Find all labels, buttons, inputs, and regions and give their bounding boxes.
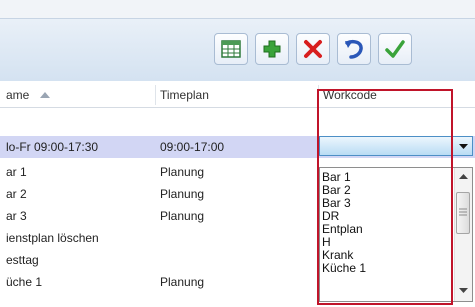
chevron-down-icon [458,143,468,149]
grip-icon [459,208,467,216]
add-button[interactable] [255,33,289,65]
row-name: ienstplan löschen [6,231,99,245]
toolbar [0,18,475,82]
data-grid: ame Timeplan Workcode lo-Fr 09:00-17:30 … [0,81,475,307]
row-name: esttag [6,253,39,267]
row-name: lo-Fr 09:00-17:30 [6,140,99,154]
row-timeplan: 09:00-17:00 [160,140,225,154]
delete-button[interactable] [296,33,330,65]
column-divider [155,85,156,105]
x-icon [304,40,322,58]
undo-icon [345,39,363,59]
row-name: ar 2 [6,187,27,201]
row-timeplan: Planung [160,275,205,289]
column-header-name[interactable]: ame [6,81,29,107]
column-header-timeplan[interactable]: Timeplan [160,81,209,107]
scrollbar-thumb[interactable] [456,192,470,234]
sort-ascending-icon [40,92,50,98]
confirm-button[interactable] [378,33,412,65]
row-timeplan: Planung [160,187,205,201]
scroll-down-arrow-icon[interactable] [459,288,468,293]
dropdown-scrollbar[interactable] [454,168,472,301]
table-icon [221,40,241,58]
row-name: ar 1 [6,165,27,179]
scroll-up-arrow-icon[interactable] [459,174,468,179]
row-name: üche 1 [6,275,43,289]
grid-view-button[interactable] [214,33,248,65]
undo-button[interactable] [337,33,371,65]
row-name: ar 3 [6,209,27,223]
plus-icon [263,40,281,58]
row-timeplan: Planung [160,165,205,179]
top-band [0,0,475,18]
checkmark-icon [385,40,405,58]
highlight-frame [317,89,453,305]
row-timeplan: Planung [160,209,205,223]
dropdown-toggle-button[interactable] [454,137,472,155]
